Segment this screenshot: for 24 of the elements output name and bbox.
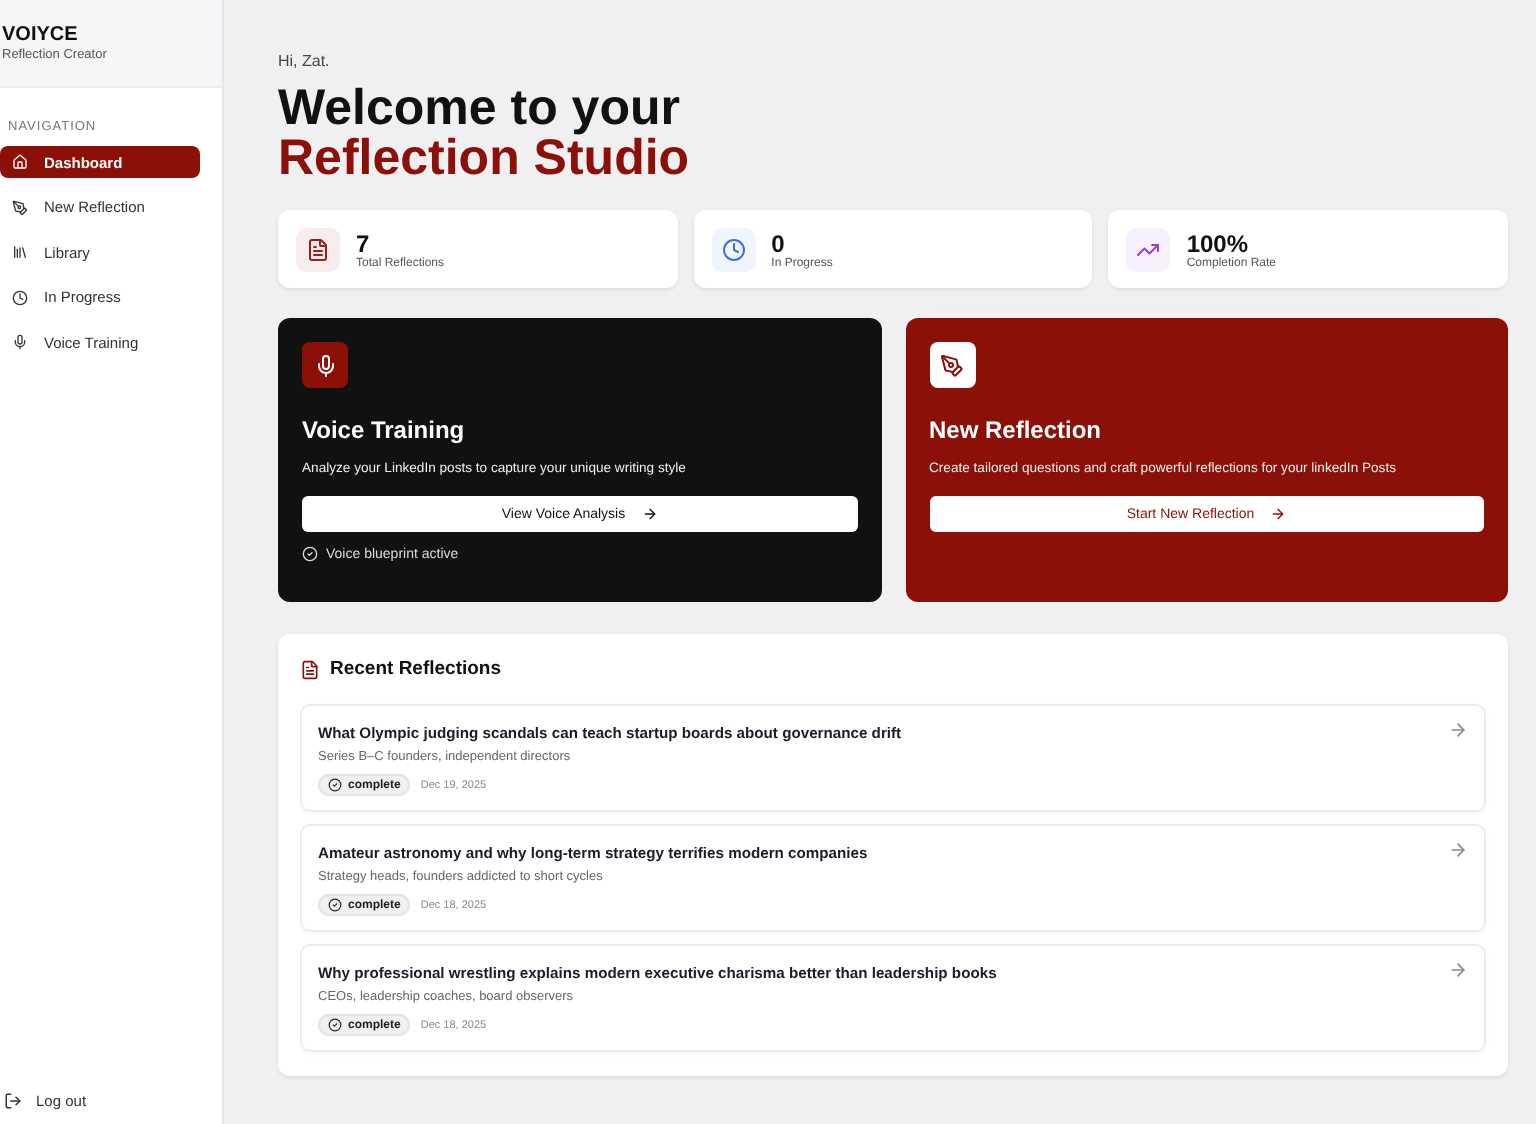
library-icon: [12, 244, 28, 260]
section-title: Recent Reflections: [330, 658, 502, 680]
card-title: New Reflection: [929, 416, 1104, 444]
arrow-right-icon: [641, 506, 658, 522]
page-title: Welcome to your Reflection Studio: [278, 84, 692, 184]
document-icon: [300, 659, 320, 679]
clock-icon: [12, 289, 28, 305]
microphone-icon: [302, 342, 348, 388]
home-icon: [12, 154, 28, 170]
microphone-icon: [12, 334, 28, 350]
stat-value: 0: [771, 229, 787, 257]
card-title: Voice Training: [302, 416, 467, 444]
stat-value: 7: [356, 229, 372, 257]
pen-icon: [12, 199, 28, 215]
pen-icon: [929, 342, 975, 388]
logout-icon: [4, 1091, 22, 1109]
arrow-right-icon: [1270, 506, 1287, 522]
stat-value: 100%: [1186, 229, 1251, 257]
brand-name: VOIYCE: [2, 24, 80, 46]
open-arrow-icon[interactable]: [1448, 840, 1468, 860]
greeting: Hi, Zat.: [278, 52, 332, 70]
check-circle-icon: [302, 546, 318, 562]
open-arrow-icon[interactable]: [1448, 960, 1468, 980]
open-arrow-icon[interactable]: [1448, 720, 1468, 740]
